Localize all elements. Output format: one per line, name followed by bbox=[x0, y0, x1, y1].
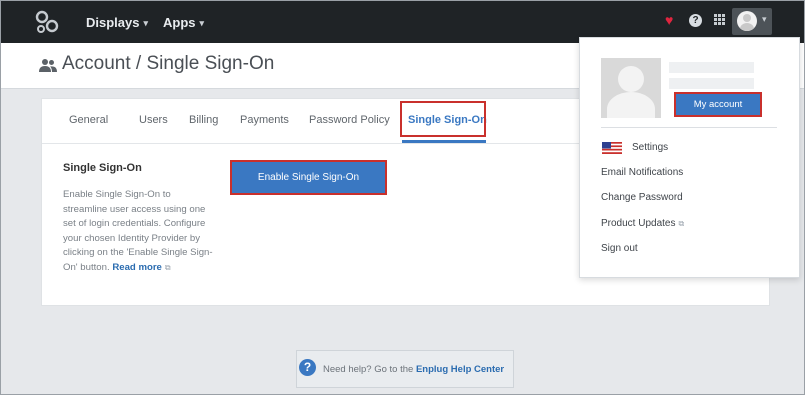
help-icon[interactable]: ? bbox=[689, 14, 702, 27]
menu-item-settings[interactable]: Settings bbox=[632, 142, 668, 153]
user-name-redacted bbox=[669, 62, 754, 73]
read-more-link[interactable]: Read more bbox=[112, 262, 162, 273]
sso-description: Enable Single Sign-On to streamline user… bbox=[63, 188, 213, 275]
nav-apps-label: Apps bbox=[163, 15, 196, 30]
nav-displays-label: Displays bbox=[86, 15, 140, 30]
nav-displays[interactable]: Displays ▾ bbox=[86, 15, 148, 30]
tab-general[interactable]: General bbox=[69, 114, 108, 126]
external-link-icon: ⧉ bbox=[678, 219, 685, 228]
question-circle-icon: ? bbox=[299, 359, 316, 376]
sso-heading: Single Sign-On bbox=[63, 162, 142, 174]
help-text: Need help? Go to the Enplug Help Center bbox=[323, 364, 504, 375]
menu-item-change-password[interactable]: Change Password bbox=[601, 192, 683, 203]
menu-item-product-updates-label: Product Updates bbox=[601, 218, 676, 229]
tab-password-policy[interactable]: Password Policy bbox=[309, 114, 390, 126]
help-center-banner[interactable]: ? Need help? Go to the Enplug Help Cente… bbox=[296, 350, 514, 388]
user-email-redacted bbox=[669, 78, 754, 89]
chevron-down-icon: ▾ bbox=[199, 18, 205, 28]
help-center-link[interactable]: Enplug Help Center bbox=[416, 364, 504, 375]
user-dropdown-menu: My account Settings Email Notifications … bbox=[579, 37, 800, 278]
chevron-down-icon: ▾ bbox=[762, 14, 767, 24]
tab-payments[interactable]: Payments bbox=[240, 114, 289, 126]
chevron-down-icon: ▾ bbox=[143, 18, 149, 28]
my-account-button[interactable]: My account bbox=[676, 94, 760, 115]
heart-icon[interactable]: ♥ bbox=[665, 12, 673, 28]
page-title: Account / Single Sign-On bbox=[62, 53, 275, 74]
highlight-outline bbox=[400, 101, 486, 137]
menu-item-product-updates[interactable]: Product Updates ⧉ bbox=[601, 218, 684, 229]
tab-billing[interactable]: Billing bbox=[189, 114, 218, 126]
avatar-icon bbox=[737, 11, 757, 31]
us-flag-icon bbox=[602, 142, 622, 154]
nav-apps[interactable]: Apps ▾ bbox=[163, 15, 204, 30]
enable-sso-button[interactable]: Enable Single Sign-On bbox=[232, 162, 385, 193]
help-prefix: Need help? Go to the bbox=[323, 364, 414, 375]
sso-description-text: Enable Single Sign-On to streamline user… bbox=[63, 189, 213, 273]
enplug-logo-icon[interactable] bbox=[35, 10, 61, 34]
users-icon bbox=[39, 59, 57, 72]
tab-users[interactable]: Users bbox=[139, 114, 168, 126]
external-link-icon: ⧉ bbox=[164, 262, 171, 272]
app-window: Displays ▾ Apps ▾ ♥ ? ▾ Account / Single S… bbox=[0, 0, 805, 395]
menu-item-email-notifications[interactable]: Email Notifications bbox=[601, 167, 683, 178]
apps-grid-icon[interactable] bbox=[714, 14, 725, 25]
divider bbox=[601, 127, 777, 128]
profile-photo bbox=[601, 58, 661, 118]
active-tab-indicator bbox=[402, 140, 486, 143]
user-menu-button[interactable]: ▾ bbox=[732, 8, 772, 35]
menu-item-sign-out[interactable]: Sign out bbox=[601, 243, 638, 254]
